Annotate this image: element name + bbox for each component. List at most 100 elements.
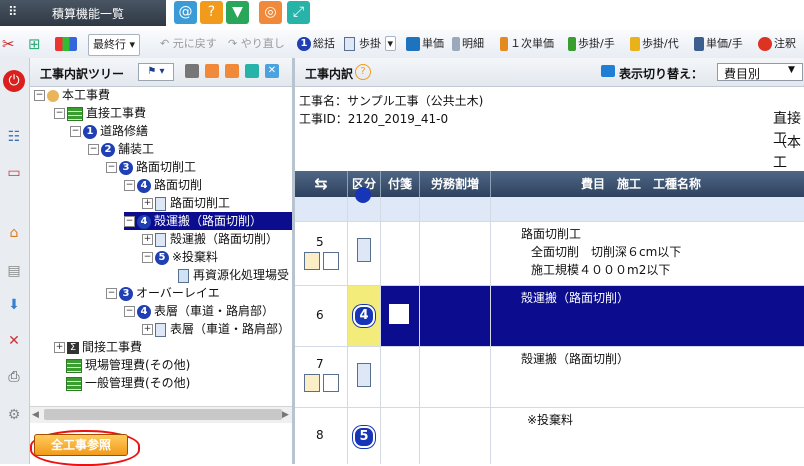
- tree-node-label: 本工事費: [62, 88, 111, 102]
- tree-node[interactable]: −3 オーバーレイエ: [106, 284, 220, 302]
- bukake-button[interactable]: 歩掛 ▾: [344, 34, 397, 54]
- detail-panel: 工事内訳 ? 表示切り替え： 費目別 ▼ 工事名：サンプル工事（公共土木) 工事…: [295, 58, 804, 464]
- bukake-label: 歩掛: [359, 37, 381, 50]
- power-icon[interactable]: ⏻: [3, 70, 25, 92]
- unit-price-hand-button[interactable]: 単価/手: [694, 34, 743, 54]
- category-number-icon: [355, 187, 371, 203]
- primary-unit-price-button[interactable]: １次単価: [500, 34, 554, 54]
- tree-node[interactable]: + 路面切削工: [142, 194, 230, 212]
- tree-node[interactable]: −4 路面切削: [124, 176, 202, 194]
- row-line: 施工規模４０００m2以下: [531, 263, 671, 277]
- details-button[interactable]: 明細: [452, 34, 484, 54]
- lifebuoy-icon[interactable]: ◎: [259, 1, 282, 24]
- detail-panel-header: 工事内訳 ? 表示切り替え： 費目別 ▼: [295, 58, 804, 87]
- tree-node[interactable]: + 殻運搬（路面切削）: [142, 230, 278, 248]
- section-subheading: （本工: [773, 135, 801, 171]
- expand-icon[interactable]: ⤢: [287, 1, 310, 24]
- project-name: 工事名：サンプル工事（公共土木): [299, 94, 484, 108]
- scroll-right-icon[interactable]: ▶: [282, 410, 289, 420]
- document-icon: [357, 238, 371, 262]
- tree-node[interactable]: −4 表層（車道・路肩部）: [124, 302, 274, 320]
- function-list-tab[interactable]: ⠿ 積算機能一覧: [0, 0, 166, 26]
- table-icon[interactable]: [55, 34, 79, 54]
- column-header[interactable]: 労務割増: [420, 171, 491, 197]
- download-icon[interactable]: ⬇: [3, 294, 25, 316]
- sticky-note-checkbox[interactable]: [389, 304, 409, 324]
- tree-node[interactable]: + Σ 間接工事費: [54, 338, 142, 356]
- edit-grid-icon[interactable]: ⊞: [28, 34, 41, 54]
- unit-price-button[interactable]: 単価: [406, 34, 444, 54]
- category-number-icon: 4: [353, 305, 375, 327]
- help-icon[interactable]: ?: [355, 64, 371, 80]
- home-icon[interactable]: ⌂: [3, 222, 25, 244]
- column-header[interactable]: 費目 施工 工種名称: [491, 171, 791, 197]
- view-switch-value: 費目別: [724, 67, 761, 81]
- tree-node[interactable]: −5 ※投棄料: [142, 248, 218, 266]
- scrollbar-thumb[interactable]: [44, 409, 282, 420]
- refresh-icon[interactable]: [245, 64, 259, 78]
- bukake-agent-button[interactable]: 歩掛/代: [630, 34, 679, 54]
- at-icon[interactable]: @: [174, 1, 197, 24]
- tree-node[interactable]: −2 舗装工: [88, 140, 154, 158]
- all-works-reference-button[interactable]: 全工事参照: [34, 434, 128, 456]
- delete-row-icon[interactable]: ✂: [2, 34, 15, 54]
- swap-columns-icon[interactable]: ⇆: [295, 171, 348, 197]
- flag-dropdown[interactable]: ⚑ ▾: [138, 63, 174, 81]
- view-switch-label: 表示切り替え：: [619, 67, 704, 81]
- undo-button[interactable]: ↶ 元に戻す: [160, 34, 217, 54]
- table-row[interactable]: 8 5 ※投棄料: [295, 408, 804, 464]
- redo-button[interactable]: ↷ やり直し: [228, 34, 285, 54]
- close-icon[interactable]: ✕: [265, 64, 279, 78]
- tree-node[interactable]: 一般管理費(その他): [66, 374, 190, 392]
- annotation-button[interactable]: 注釈: [758, 34, 796, 54]
- tree-node-label: 殻運搬（路面切削）: [154, 214, 263, 228]
- tree-node-label: 道路修繕: [100, 124, 149, 138]
- list-icon[interactable]: [323, 252, 339, 270]
- tree-node[interactable]: −1 道路修繕: [70, 122, 148, 140]
- table-row[interactable]: [295, 187, 804, 222]
- open-folder-icon[interactable]: [225, 64, 239, 78]
- summary-button[interactable]: 1 総括: [297, 34, 335, 54]
- sticky-note-icon[interactable]: [304, 252, 320, 270]
- gear-icon[interactable]: [185, 64, 199, 78]
- list-icon[interactable]: [323, 374, 339, 392]
- detail-panel-title: 工事内訳: [305, 67, 354, 81]
- table-row-selected[interactable]: 6 4 殻運搬（路面切削）: [295, 286, 804, 347]
- tree-node-selected[interactable]: −4 殻運搬（路面切削）: [124, 212, 292, 230]
- view-switch-icon: [601, 65, 615, 77]
- view-switch-dropdown[interactable]: 費目別 ▼: [717, 63, 803, 81]
- column-header[interactable]: 付箋: [381, 171, 420, 197]
- tree-structure-icon[interactable]: ☷: [3, 126, 25, 148]
- tree-panel-header: 工事内訳ツリー ⚑ ▾ ✕: [30, 58, 292, 87]
- chevron-down-icon: ▼: [788, 65, 795, 75]
- tree-node[interactable]: 現場管理費(その他): [66, 356, 190, 374]
- beginner-icon[interactable]: ▼: [226, 1, 249, 24]
- folder-icon[interactable]: [205, 64, 219, 78]
- tree-node[interactable]: + 表層（車道・路肩部）: [142, 320, 290, 338]
- document-icon[interactable]: ▤: [3, 260, 25, 282]
- tree-node[interactable]: 再資源化処理場受: [178, 266, 289, 284]
- tree-node[interactable]: − 本工事費: [34, 86, 110, 104]
- tools-icon[interactable]: ✕: [3, 330, 25, 352]
- tree-node-label: 直接工事費: [86, 106, 147, 120]
- help-icon[interactable]: ?: [200, 1, 223, 24]
- sticky-note-icon[interactable]: [304, 374, 320, 392]
- window-icon[interactable]: ▭: [3, 162, 25, 184]
- tree-node-label: 現場管理費(その他): [85, 358, 191, 372]
- scroll-left-icon[interactable]: ◀: [32, 410, 39, 420]
- print-icon[interactable]: ⎙: [3, 366, 25, 388]
- tree-node-label: 一般管理費(その他): [85, 376, 191, 390]
- table-row[interactable]: 5 路面切削工 全面切削 切削深６cm以下 施工規模４０００m2以下: [295, 222, 804, 286]
- bukake-hand-button[interactable]: 歩掛/手: [568, 34, 615, 54]
- horizontal-scrollbar[interactable]: ◀ ▶: [30, 406, 292, 423]
- row-description: 路面切削工 全面切削 切削深６cm以下 施工規模４０００m2以下: [521, 225, 681, 279]
- tree-node-label: 路面切削工: [136, 160, 197, 174]
- tree-node[interactable]: − 直接工事費: [54, 104, 146, 122]
- grid-menu-icon[interactable]: ⠿: [8, 6, 24, 20]
- settings-icon[interactable]: ⚙: [3, 404, 25, 426]
- tree-node-label: 殻運搬（路面切削）: [170, 232, 279, 246]
- tree-node-label: ※投棄料: [172, 250, 219, 264]
- row-position-dropdown[interactable]: 最終行 ▾: [88, 34, 141, 56]
- tree-node[interactable]: −3 路面切削工: [106, 158, 196, 176]
- table-row[interactable]: 7 殻運搬（路面切削）: [295, 347, 804, 408]
